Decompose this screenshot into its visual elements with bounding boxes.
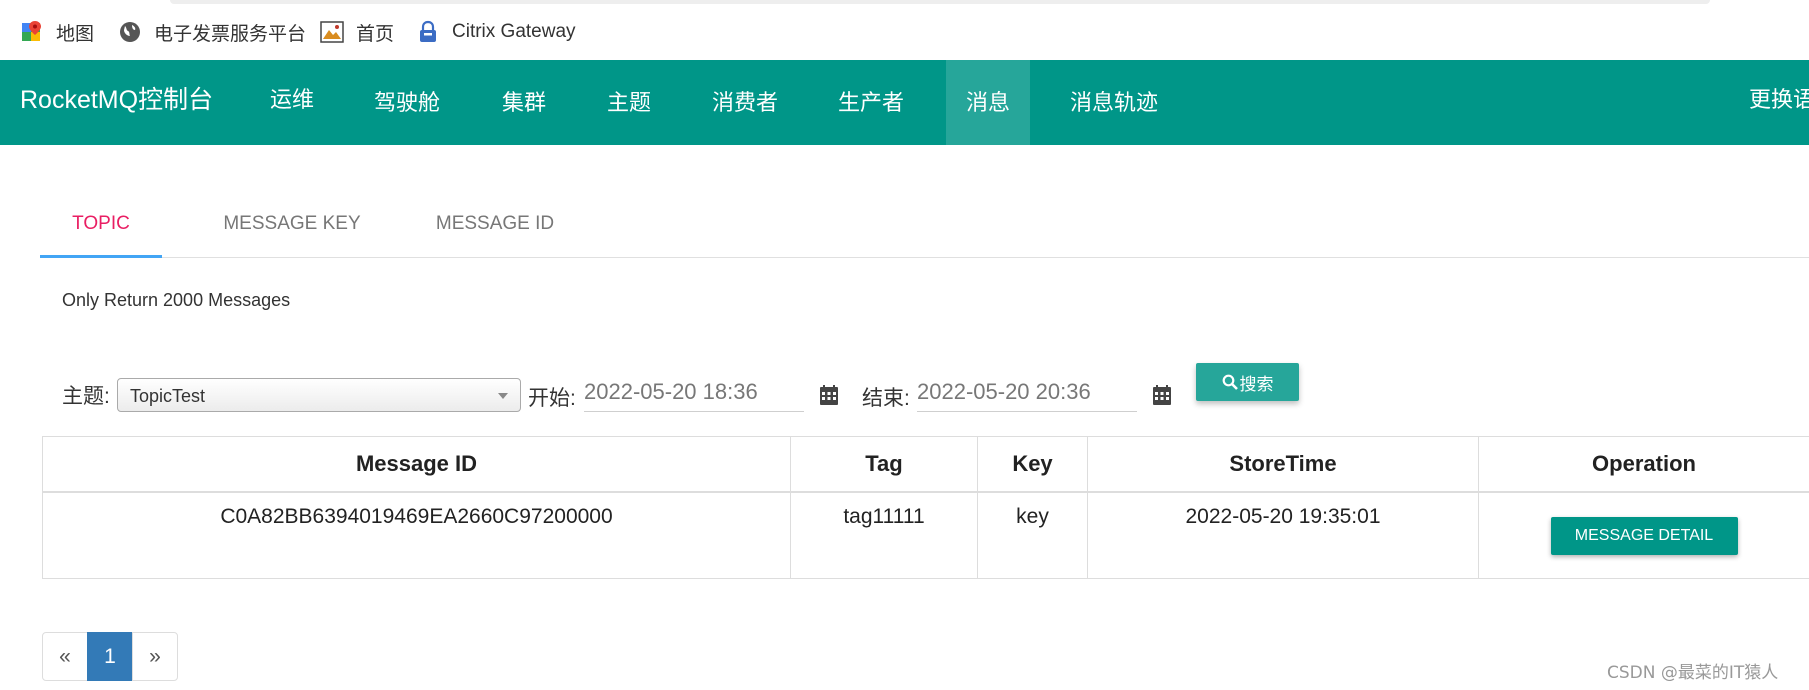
nav-item-topic[interactable]: 主题 xyxy=(598,60,660,145)
tab-topic[interactable]: TOPIC xyxy=(40,193,162,258)
top-navbar: RocketMQ控制台 运维 驾驶舱 集群 主题 消费者 生产者 消息 消息轨迹… xyxy=(0,60,1809,145)
nav-item-ops[interactable]: 运维 xyxy=(262,60,322,145)
key-cell: key xyxy=(977,491,1088,579)
pagination-page-1[interactable]: 1 xyxy=(87,632,133,681)
bookmark-home[interactable]: 首页 xyxy=(320,18,394,46)
column-header-tag: Tag xyxy=(790,436,978,493)
start-time-input[interactable] xyxy=(584,372,804,412)
table-header-row: Message ID Tag Key StoreTime Operation xyxy=(42,436,1809,493)
bookmark-label: 电子发票服务平台 xyxy=(154,23,307,45)
operation-cell: MESSAGE DETAIL xyxy=(1478,491,1809,579)
table-row: C0A82BB6394019469EA2660C97200000 tag1111… xyxy=(42,491,1809,579)
brand-logo[interactable]: RocketMQ控制台 xyxy=(20,60,213,145)
watermark: CSDN @最菜的IT猿人 xyxy=(1607,663,1779,683)
store-time-cell: 2022-05-20 19:35:01 xyxy=(1087,491,1479,579)
pagination-next[interactable]: » xyxy=(132,632,178,681)
tag-cell: tag11111 xyxy=(790,491,978,579)
tab-message-key[interactable]: MESSAGE KEY xyxy=(192,193,392,255)
lock-icon xyxy=(416,20,440,44)
nav-item-dashboard[interactable]: 驾驶舱 xyxy=(365,60,449,145)
search-button-label: 搜索 xyxy=(1239,374,1274,394)
topic-label: 主题: xyxy=(62,385,110,408)
topic-select-value: TopicTest xyxy=(130,386,206,406)
nav-item-message-trace[interactable]: 消息轨迹 xyxy=(1064,60,1164,145)
calendar-icon[interactable] xyxy=(1153,385,1171,405)
tab-message-id[interactable]: MESSAGE ID xyxy=(400,193,590,255)
image-icon xyxy=(320,20,344,44)
nav-item-cluster[interactable]: 集群 xyxy=(493,60,555,145)
bookmark-label: Citrix Gateway xyxy=(452,21,576,42)
search-icon xyxy=(1222,374,1238,390)
bookmark-invoice[interactable]: 电子发票服务平台 xyxy=(118,18,306,46)
chevron-down-icon xyxy=(498,393,508,399)
bookmark-citrix[interactable]: Citrix Gateway xyxy=(416,18,576,46)
column-header-store-time: StoreTime xyxy=(1087,436,1479,493)
nav-item-producer[interactable]: 生产者 xyxy=(826,60,916,145)
change-language-link[interactable]: 更换语言 xyxy=(1749,60,1809,145)
search-button[interactable]: 搜索 xyxy=(1196,363,1299,401)
pagination-prev[interactable]: « xyxy=(42,632,88,681)
globe-icon xyxy=(118,20,142,44)
start-label: 开始: xyxy=(528,387,576,410)
message-id-cell: C0A82BB6394019469EA2660C97200000 xyxy=(42,491,791,579)
column-header-key: Key xyxy=(977,436,1088,493)
nav-item-consumer[interactable]: 消费者 xyxy=(700,60,790,145)
nav-item-message[interactable]: 消息 xyxy=(946,60,1030,145)
column-header-message-id: Message ID xyxy=(42,436,791,493)
end-time-input[interactable] xyxy=(917,372,1137,412)
result-limit-note: Only Return 2000 Messages xyxy=(62,290,291,310)
bookmark-label: 地图 xyxy=(56,23,95,45)
address-bar-edge xyxy=(170,0,1710,4)
column-header-operation: Operation xyxy=(1478,436,1809,493)
end-label: 结束: xyxy=(862,387,910,410)
calendar-icon[interactable] xyxy=(820,385,838,405)
query-tabs: TOPIC MESSAGE KEY MESSAGE ID xyxy=(40,193,1809,258)
maps-icon xyxy=(20,20,44,44)
bookmark-label: 首页 xyxy=(356,23,395,45)
bookmark-maps[interactable]: 地图 xyxy=(20,18,94,46)
message-table: Message ID Tag Key StoreTime Operation C… xyxy=(42,436,1809,579)
message-detail-button[interactable]: MESSAGE DETAIL xyxy=(1550,517,1738,555)
bookmarks-bar: 地图 电子发票服务平台 首页 Citrix Gateway xyxy=(0,0,1809,61)
topic-select[interactable]: TopicTest xyxy=(117,378,521,412)
pagination: « 1 » xyxy=(42,632,178,681)
